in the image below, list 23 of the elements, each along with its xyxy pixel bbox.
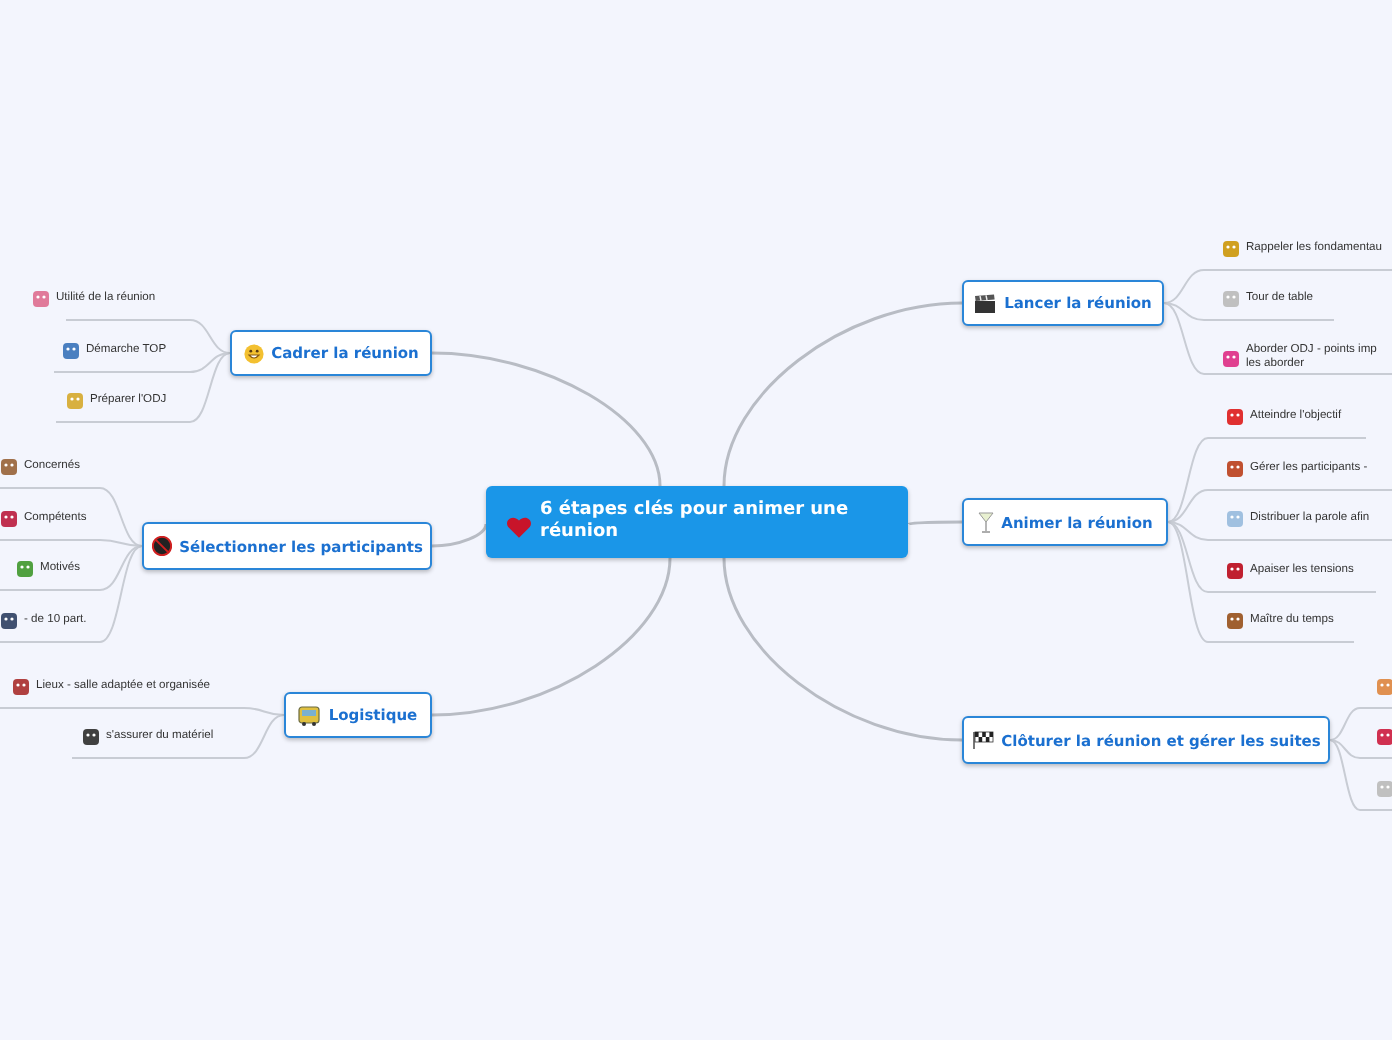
- emoji-icon: [1226, 562, 1244, 580]
- emoji-icon: [1226, 510, 1244, 528]
- prohibited-sign-icon: [151, 536, 172, 556]
- emoji-icon: [32, 290, 50, 308]
- connector-line: [907, 520, 962, 526]
- bus-icon: [298, 705, 321, 725]
- emoji-icon: [1226, 460, 1244, 478]
- emoji-icon: [1222, 290, 1240, 308]
- emoji-icon: [62, 342, 80, 360]
- emoji-icon: [1222, 240, 1240, 258]
- emoji-icon: [1226, 408, 1244, 426]
- smiley-icon: [243, 343, 264, 363]
- emoji-icon: [82, 728, 100, 746]
- clapperboard-icon: [974, 293, 997, 313]
- heart-icon: [506, 513, 532, 539]
- emoji-icon: [16, 560, 34, 578]
- checkered-flag-icon: [971, 730, 994, 750]
- emoji-icon: [1226, 612, 1244, 630]
- connector-line: [431, 523, 488, 548]
- emoji-icon: [66, 392, 84, 410]
- emoji-icon: [1222, 349, 1240, 367]
- cocktail-glass-icon: [977, 511, 994, 533]
- emoji-icon: [12, 678, 30, 696]
